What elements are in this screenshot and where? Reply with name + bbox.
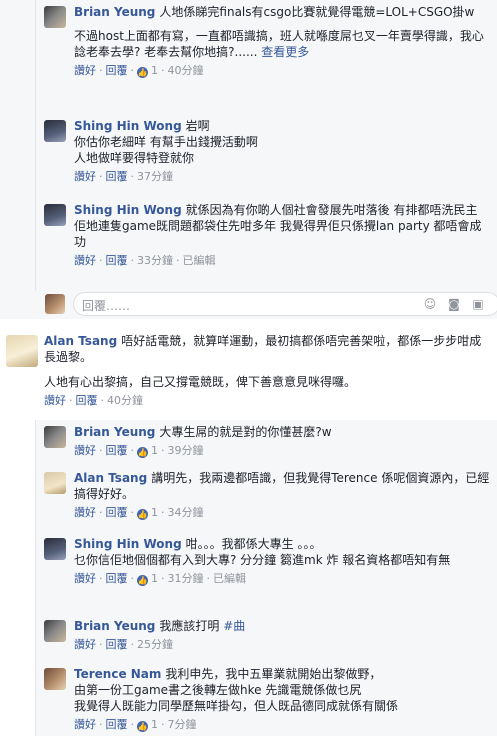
like-icon: 👍 [137,575,148,586]
like-button[interactable]: 讚好 [74,638,96,651]
timestamp[interactable]: 33分鐘 [137,254,173,267]
avatar[interactable] [44,472,66,494]
timestamp[interactable]: 39分鐘 [168,444,204,457]
camera-icon[interactable]: ◙ [447,297,461,311]
timestamp[interactable]: 40分鐘 [107,394,143,407]
avatar[interactable] [44,204,66,226]
avatar[interactable] [44,120,66,142]
author-name[interactable]: Alan Tsang [44,334,117,348]
like-icon: 👍 [137,721,148,732]
timestamp[interactable]: 7分鐘 [168,718,197,731]
like-button[interactable]: 讚好 [74,64,96,77]
reply-actions: 讚好 · 回覆 · 👍 1 · 40分鐘 [74,64,204,78]
reply-item: Shing Hin Wong 就係因為有你啲人個社會發展先咁落後 有排都唔洗民主 … [36,198,497,298]
reply-button[interactable]: 回覆 [76,394,98,407]
author-name[interactable]: Shing Hin Wong [74,119,182,133]
author-name[interactable]: Brian Yeung [74,619,155,633]
comment-actions: 讚好 · 回覆 · 40分鐘 [44,394,143,407]
reply-actions: 讚好 · 回覆 · 37分鐘 [74,170,173,183]
reply-item: Brian Yeung 人地係睇完finals有csgo比賽就覺得電競=LOL+C… [36,0,497,114]
reply-button[interactable]: 回覆 [106,638,128,651]
reply-input[interactable]: 回覆…… ☺ ◙ ▣ [73,292,497,316]
avatar[interactable] [44,620,66,642]
like-icon: 👍 [137,509,148,520]
like-icon: 👍 [137,67,148,78]
reply-button[interactable]: 回覆 [106,254,128,267]
hashtag-link[interactable]: #曲 [223,619,245,633]
like-button[interactable]: 讚好 [44,394,66,407]
author-name[interactable]: Shing Hin Wong [74,537,182,551]
avatar[interactable] [6,335,38,367]
reply-item: Brian Yeung 大專生屌的就是對的你懂甚麼?w 讚好 · 回覆 · 👍 1 · 39分鐘 [36,420,497,466]
reply-text: Brian Yeung 人地係睇完finals有csgo比賽就覺得電競=LOL+C… [74,5,475,19]
reply-item: Shing Hin Wong 岩啊 你估你老細咩 有幫手出錢攪活動啊 人地做咩要得… [36,114,497,198]
reply-item: Alan Tsang 講明先，我兩邊都唔識，但我覺得Terence 係呢個資源內，… [36,466,497,532]
avatar[interactable] [44,6,66,28]
reply-button[interactable]: 回覆 [106,718,128,731]
like-button[interactable]: 讚好 [74,572,96,585]
like-button[interactable]: 讚好 [74,718,96,731]
avatar [45,294,65,314]
reply-button[interactable]: 回覆 [106,572,128,585]
reply-item: Shing Hin Wong 咁。。。我都係大專生 。。。 乜你信佢地個個都有入到… [36,532,497,614]
main-comment: Alan Tsang 唔好話電競，就算咩運動，最初搞都係唔完善架啦，都係一步步咁成… [44,333,489,409]
timestamp[interactable]: 40分鐘 [168,64,204,77]
emoji-icon[interactable]: ☺ [423,297,437,311]
reply-item: Terence Nam 我利申先，我中五畢業就開始出黎做野， 由第一份工game書… [36,662,497,750]
avatar[interactable] [44,426,66,448]
reply-button[interactable]: 回覆 [106,444,128,457]
author-name[interactable]: Brian Yeung [74,5,155,19]
avatar[interactable] [44,538,66,560]
edited-label[interactable]: 已編輯 [213,572,246,585]
top-reply-thread: Brian Yeung 人地係睇完finals有csgo比賽就覺得電競=LOL+C… [35,0,497,291]
timestamp[interactable]: 37分鐘 [137,170,173,183]
reply-item: Brian Yeung 我應該打明 #曲 讚好 · 回覆 · 25分鐘 [36,614,497,662]
see-more-link[interactable]: 查看更多 [261,45,309,59]
timestamp[interactable]: 31分鐘 [168,572,204,585]
reply-input-row: 回覆…… ☺ ◙ ▣ [35,292,497,316]
sub-reply-thread: Brian Yeung 大專生屌的就是對的你懂甚麼?w 讚好 · 回覆 · 👍 1 · 39分鐘… [35,420,497,736]
like-button[interactable]: 讚好 [74,170,96,183]
reply-button[interactable]: 回覆 [106,170,128,183]
author-name[interactable]: Alan Tsang [74,471,147,485]
author-name[interactable]: Terence Nam [74,667,161,681]
reply-button[interactable]: 回覆 [106,64,128,77]
avatar[interactable] [44,668,66,690]
author-name[interactable]: Brian Yeung [74,425,155,439]
like-icon: 👍 [137,447,148,458]
timestamp[interactable]: 34分鐘 [168,506,204,519]
reply-actions: 讚好 · 回覆 · 33分鐘 · 已編輯 [74,254,216,267]
timestamp[interactable]: 25分鐘 [137,638,173,651]
like-button[interactable]: 讚好 [74,254,96,267]
author-name[interactable]: Shing Hin Wong [74,203,182,217]
edited-label[interactable]: 已編輯 [183,254,216,267]
sticker-icon[interactable]: ▣ [471,297,485,311]
reply-button[interactable]: 回覆 [106,506,128,519]
like-button[interactable]: 讚好 [74,506,96,519]
like-button[interactable]: 讚好 [74,444,96,457]
